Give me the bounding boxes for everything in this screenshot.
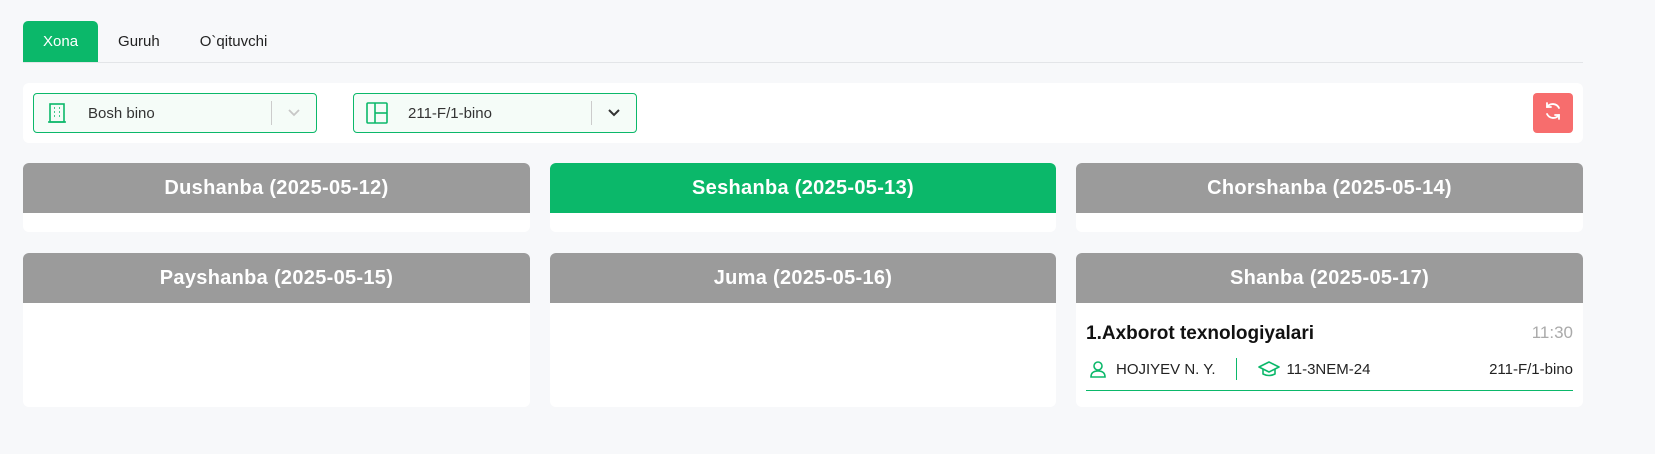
chevron-down-icon[interactable]: [592, 94, 636, 132]
layout-icon: [354, 94, 400, 132]
lesson-item[interactable]: 1.Axborot texnologiyalari 11:30 HOJIYEV …: [1086, 313, 1573, 391]
room-select[interactable]: 211-F/1-bino: [353, 93, 637, 133]
detail-divider: [1235, 358, 1237, 380]
day-card-chorshanba: Chorshanba (2025-05-14): [1076, 163, 1583, 232]
building-icon: [34, 94, 80, 132]
graduation-cap-icon: [1257, 357, 1281, 381]
lesson-details: HOJIYEV N. Y. 11-3NEM-24 211-F/1-bino: [1086, 357, 1573, 381]
lesson-time: 11:30: [1531, 323, 1573, 342]
day-header[interactable]: Dushanba (2025-05-12): [23, 163, 530, 213]
day-card-juma: Juma (2025-05-16): [550, 253, 1056, 407]
day-header[interactable]: Juma (2025-05-16): [550, 253, 1056, 303]
day-card-shanba: Shanba (2025-05-17) 1.Axborot texnologiy…: [1076, 253, 1583, 407]
day-card-payshanba: Payshanba (2025-05-15): [23, 253, 530, 407]
view-tabs: Xona Guruh O`qituvchi: [23, 21, 1583, 63]
refresh-icon: [1543, 101, 1563, 126]
day-card-seshanba: Seshanba (2025-05-13): [550, 163, 1056, 232]
day-header[interactable]: Shanba (2025-05-17): [1076, 253, 1583, 303]
tab-guruh[interactable]: Guruh: [98, 21, 180, 62]
lesson-group: 11-3NEM-24: [1286, 360, 1371, 378]
day-header[interactable]: Payshanba (2025-05-15): [23, 253, 530, 303]
lesson-teacher: HOJIYEV N. Y.: [1116, 360, 1216, 378]
user-icon: [1086, 357, 1110, 381]
building-select-value: Bosh bino: [88, 104, 155, 122]
tab-xona[interactable]: Xona: [23, 21, 99, 62]
lesson-title: 1.Axborot texnologiyalari: [1086, 323, 1315, 344]
tab-oqituvchi[interactable]: O`qituvchi: [180, 21, 288, 62]
refresh-button[interactable]: [1533, 93, 1573, 133]
day-header[interactable]: Seshanba (2025-05-13): [550, 163, 1056, 213]
lesson-room: 211-F/1-bino: [1489, 360, 1573, 378]
filter-toolbar: Bosh bino 211-F/1-bino: [23, 83, 1583, 143]
chevron-down-icon[interactable]: [272, 94, 316, 132]
room-select-value: 211-F/1-bino: [408, 104, 492, 122]
building-select[interactable]: Bosh bino: [33, 93, 317, 133]
day-card-dushanba: Dushanba (2025-05-12): [23, 163, 530, 232]
day-header[interactable]: Chorshanba (2025-05-14): [1076, 163, 1583, 213]
